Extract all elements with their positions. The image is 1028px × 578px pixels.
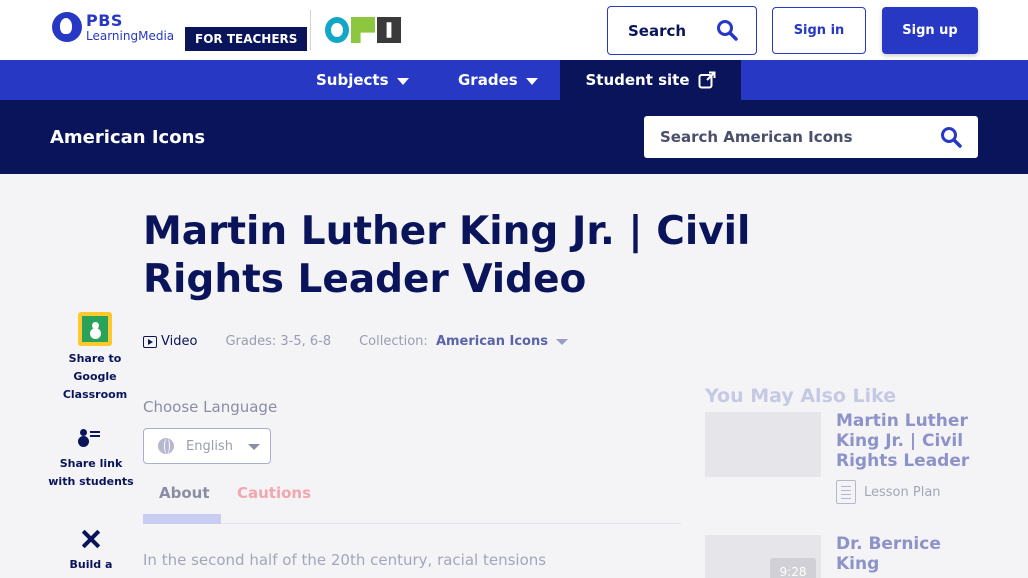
related-heading: You May Also Like [705, 385, 897, 407]
nav-subjects[interactable]: Subjects [316, 60, 409, 100]
active-tab-indicator [143, 514, 221, 524]
chevron-down-icon [525, 77, 538, 85]
nav-grades[interactable]: Grades [458, 60, 538, 100]
external-link-icon [698, 71, 716, 89]
related-thumbnail[interactable] [705, 412, 821, 477]
resource-meta: Video Grades: 3-5, 6-8 Collection: Ameri… [143, 334, 568, 349]
lesson-plan-icon [836, 480, 856, 504]
search-button[interactable]: Search [607, 6, 757, 55]
language-selected: English [186, 438, 233, 454]
search-icon[interactable] [940, 126, 962, 148]
pbs-head-icon [52, 12, 82, 42]
share-google-classroom-button[interactable]: Share to Google Classroom [50, 312, 140, 404]
main-nav: Subjects Grades Student site [0, 60, 1028, 100]
nav-student-site[interactable]: Student site [560, 60, 741, 100]
chevron-down-icon [248, 444, 260, 450]
related-item-type: Lesson Plan [836, 480, 941, 504]
search-button-label: Search [628, 21, 687, 40]
globe-icon [158, 438, 174, 454]
site-header: PBS LearningMedia FOR TEACHERS Search Si… [0, 0, 1028, 60]
opb-logo-icon[interactable] [325, 17, 401, 43]
share-students-icon [80, 429, 102, 447]
collection-bar: American Icons Search American Icons [0, 100, 1028, 174]
video-duration-badge: 9:28 [770, 558, 816, 578]
collection-link[interactable]: American Icons [436, 334, 548, 349]
description-text: In the second half of the 20th century, … [143, 551, 547, 569]
resource-collection: Collection: American Icons [359, 334, 548, 349]
build-lesson-button[interactable]: Build a [46, 528, 136, 574]
resource-type: Video [143, 334, 197, 349]
header-divider [310, 10, 311, 50]
tab-cautions[interactable]: Cautions [237, 484, 311, 502]
chevron-down-icon[interactable] [555, 338, 568, 345]
sign-up-button[interactable]: Sign up [882, 7, 978, 54]
resource-grades: Grades: 3-5, 6-8 [225, 334, 332, 349]
chevron-down-icon [396, 77, 409, 85]
build-tools-icon [80, 528, 102, 550]
share-link-students-button[interactable]: Share link with students [46, 429, 136, 491]
related-item-title[interactable]: Martin Luther King Jr. | Civil Rights Le… [836, 411, 976, 471]
tab-about[interactable]: About [159, 484, 210, 502]
page-title: Martin Luther King Jr. | Civil Rights Le… [143, 209, 751, 302]
for-teachers-badge: FOR TEACHERS [185, 27, 308, 51]
video-icon [143, 335, 157, 348]
language-label: Choose Language [143, 398, 278, 416]
resource-tabs: About Cautions [143, 478, 681, 524]
collection-search-input[interactable]: Search American Icons [644, 116, 978, 158]
search-icon [717, 20, 738, 41]
logo-product: LearningMedia [86, 28, 175, 43]
language-select[interactable]: English [143, 428, 271, 464]
related-item-title[interactable]: Dr. Bernice King [836, 534, 976, 574]
google-classroom-icon [78, 312, 112, 346]
collection-title[interactable]: American Icons [50, 127, 205, 148]
pbs-learningmedia-logo[interactable]: PBS LearningMedia [52, 12, 174, 42]
logo-brand: PBS [86, 10, 123, 30]
sign-in-button[interactable]: Sign in [772, 7, 866, 54]
